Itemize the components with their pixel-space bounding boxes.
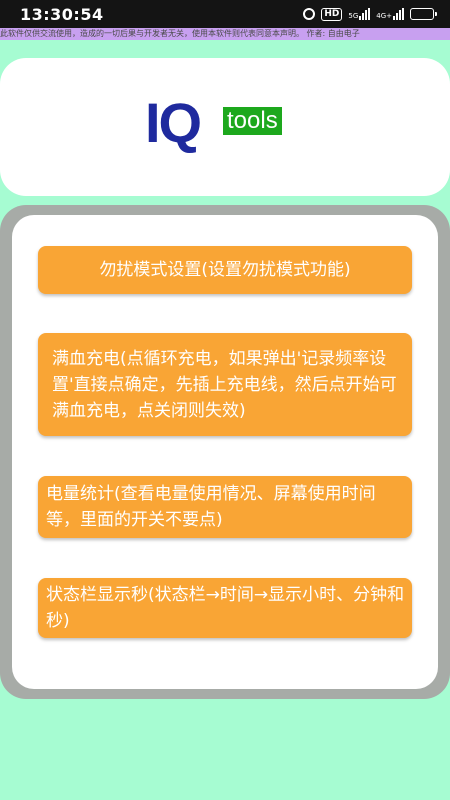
full-charge-button[interactable]: 满血充电(点循环充电，如果弹出'记录频率设置'直接点确定，先插上充电线，然后点开… [38, 333, 412, 436]
hd-icon: HD [321, 7, 343, 21]
signal-4g-label: 4G+ [376, 12, 392, 20]
status-bar: 13:30:54 HD 5G 4G+ [0, 0, 450, 28]
signal-5g-icon: 5G [348, 8, 371, 20]
logo-card: IQ tools [0, 58, 450, 196]
logo-tools-badge: tools [223, 107, 282, 135]
status-icons: HD 5G 4G+ [303, 7, 437, 21]
battery-icon [410, 8, 437, 20]
status-time: 13:30:54 [20, 4, 104, 24]
signal-bars-1 [359, 8, 371, 20]
disclaimer-banner: 此软件仅供交流使用，造成的一切后果与开发者无关，使用本软件则代表同意本声明。 作… [0, 28, 450, 40]
signal-4g-icon: 4G+ [376, 8, 404, 20]
signal-5g-label: 5G [348, 12, 359, 20]
logo-iq-text: IQ [145, 91, 202, 154]
app-logo: IQ tools [145, 93, 305, 157]
alarm-icon [303, 8, 316, 20]
battery-stats-button[interactable]: 电量统计(查看电量使用情况、屏幕使用时间等，里面的开关不要点) [38, 476, 412, 538]
signal-bars-2 [393, 8, 404, 20]
dnd-settings-button[interactable]: 勿扰模式设置(设置勿扰模式功能) [38, 246, 412, 294]
statusbar-seconds-button[interactable]: 状态栏显示秒(状态栏→时间→显示小时、分钟和秒) [38, 578, 412, 638]
